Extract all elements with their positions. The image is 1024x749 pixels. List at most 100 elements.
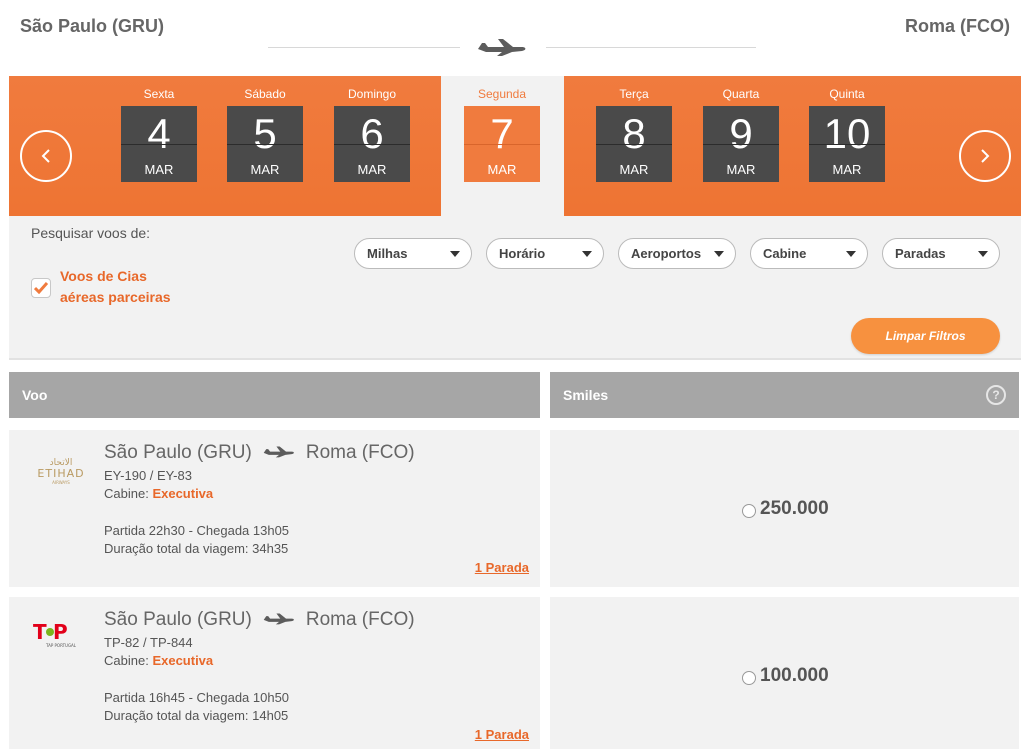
filter-airports-dropdown[interactable]: Aeroportos xyxy=(618,238,736,269)
date-card: 6 MAR xyxy=(334,106,410,182)
svg-text:ETIHAD: ETIHAD xyxy=(37,467,84,480)
date-day: 9 xyxy=(729,110,753,157)
flight-duration: Duração total da viagem: 34h35 xyxy=(104,541,289,556)
dropdown-label: Paradas xyxy=(895,246,946,261)
date-day: 8 xyxy=(622,110,646,157)
flight-row: T P TAP PORTUGAL São Paulo (GRU) Roma (FC… xyxy=(9,597,1019,749)
date-weekday: Terça xyxy=(619,87,649,101)
checkmark-icon xyxy=(34,282,48,294)
chevron-left-icon xyxy=(41,149,50,163)
column-header-smiles-label: Smiles xyxy=(563,387,609,403)
date-weekday: Quarta xyxy=(722,87,760,101)
date-weekday: Domingo xyxy=(347,87,397,101)
date-card: 4 MAR xyxy=(121,106,197,182)
date-day: 6 xyxy=(360,110,384,157)
date-option[interactable]: Sábado 5 MAR xyxy=(227,86,303,182)
route-line-right xyxy=(546,47,756,48)
date-month: MAR xyxy=(357,162,387,177)
cabin-value: Executiva xyxy=(152,653,214,668)
filter-cabin-dropdown[interactable]: Cabine xyxy=(750,238,868,269)
date-day: 10 xyxy=(823,110,871,157)
help-icon[interactable]: ? xyxy=(986,385,1006,405)
svg-text:T: T xyxy=(33,620,47,644)
cabin-value: Executiva xyxy=(152,486,214,501)
date-card: 9 MAR xyxy=(703,106,779,182)
flight-origin: São Paulo (GRU) xyxy=(104,442,252,463)
origin-city: São Paulo (GRU) xyxy=(20,16,165,36)
flight-origin: São Paulo (GRU) xyxy=(104,609,252,630)
caret-down-icon xyxy=(450,251,460,257)
destination-city: Roma (FCO) xyxy=(905,16,1010,36)
smiles-value: 250.000 xyxy=(760,498,829,519)
flight-destination: Roma (FCO) xyxy=(305,442,415,463)
date-month: MAR xyxy=(487,162,517,177)
previous-dates-button[interactable] xyxy=(20,130,72,182)
dropdown-label: Milhas xyxy=(367,246,408,261)
flight-route: São Paulo (GRU) Roma (FCO) xyxy=(104,609,415,631)
column-header-smiles: Smiles ? xyxy=(550,372,1019,418)
flight-codes: TP-82 / TP-844 xyxy=(104,635,193,650)
flight-times: Partida 16h45 - Chegada 10h50 xyxy=(104,690,290,705)
date-option-selected[interactable]: Segunda 7 MAR xyxy=(464,86,540,182)
airplane-icon xyxy=(263,446,294,458)
date-option[interactable]: Quarta 9 MAR xyxy=(703,86,779,182)
flight-stops-link[interactable]: 1 Parada xyxy=(475,727,529,742)
flight-row: الاتحاد ETIHAD AIRWAYS São Paulo (GRU) Ro… xyxy=(9,430,1019,587)
date-weekday: Sexta xyxy=(143,87,175,101)
caret-down-icon xyxy=(714,251,724,257)
date-month: MAR xyxy=(726,162,756,177)
flight-codes: EY-190 / EY-83 xyxy=(104,468,192,483)
flight-details: الاتحاد ETIHAD AIRWAYS São Paulo (GRU) Ro… xyxy=(9,430,540,587)
cabin-label: Cabine: xyxy=(104,653,149,668)
caret-down-icon xyxy=(978,251,988,257)
filter-miles-dropdown[interactable]: Milhas xyxy=(354,238,472,269)
date-day: 4 xyxy=(147,110,171,157)
filter-stops-dropdown[interactable]: Paradas xyxy=(882,238,1000,269)
date-weekday: Quinta xyxy=(829,87,865,101)
route-header: São Paulo (GRU) Roma (FCO) xyxy=(0,0,1024,76)
price-option[interactable]: 250.000 xyxy=(742,498,829,520)
price-radio[interactable] xyxy=(742,670,756,685)
price-radio[interactable] xyxy=(742,503,756,518)
route-line-left xyxy=(268,47,460,48)
date-option[interactable]: Quinta 10 MAR xyxy=(809,86,885,182)
partner-airlines-checkbox[interactable]: Voos de Cias aéreas parceiras xyxy=(31,266,190,308)
flight-duration: Duração total da viagem: 14h05 xyxy=(104,708,289,723)
filter-time-dropdown[interactable]: Horário xyxy=(486,238,604,269)
date-month: MAR xyxy=(832,162,862,177)
column-header-flight: Voo xyxy=(9,372,540,418)
date-weekday: Segunda xyxy=(477,87,527,101)
caret-down-icon xyxy=(582,251,592,257)
date-card: 5 MAR xyxy=(227,106,303,182)
dropdown-label: Horário xyxy=(499,246,546,261)
clear-filters-button[interactable]: Limpar Filtros xyxy=(851,318,1000,354)
flight-stops-link[interactable]: 1 Parada xyxy=(475,560,529,575)
price-option[interactable]: 100.000 xyxy=(742,665,829,687)
partner-airlines-label: Voos de Cias aéreas parceiras xyxy=(60,268,171,305)
dropdown-label: Cabine xyxy=(763,246,807,261)
date-month: MAR xyxy=(144,162,174,177)
date-card: 8 MAR xyxy=(596,106,672,182)
svg-text:AIRWAYS: AIRWAYS xyxy=(52,480,70,485)
svg-text:TAP PORTUGAL: TAP PORTUGAL xyxy=(45,643,77,648)
date-day: 7 xyxy=(490,110,514,157)
chevron-right-icon xyxy=(981,149,990,163)
date-option[interactable]: Sexta 4 MAR xyxy=(121,86,197,182)
tap-portugal-logo: T P TAP PORTUGAL xyxy=(33,620,77,648)
flight-route: São Paulo (GRU) Roma (FCO) xyxy=(104,442,415,464)
checkbox[interactable] xyxy=(31,278,51,298)
cabin-label: Cabine: xyxy=(104,486,149,501)
next-dates-button[interactable] xyxy=(959,130,1011,182)
date-card: 7 MAR xyxy=(464,106,540,182)
date-card: 10 MAR xyxy=(809,106,885,182)
date-option[interactable]: Domingo 6 MAR xyxy=(334,86,410,182)
dropdown-label: Aeroportos xyxy=(631,246,702,261)
flight-destination: Roma (FCO) xyxy=(305,609,415,630)
flight-cabin: Cabine: Executiva xyxy=(104,486,213,501)
date-option[interactable]: Terça 8 MAR xyxy=(596,86,672,182)
etihad-logo: الاتحاد ETIHAD AIRWAYS xyxy=(37,458,84,485)
caret-down-icon xyxy=(846,251,856,257)
date-month: MAR xyxy=(250,162,280,177)
flight-price: 100.000 xyxy=(550,597,1019,749)
date-month: MAR xyxy=(619,162,649,177)
